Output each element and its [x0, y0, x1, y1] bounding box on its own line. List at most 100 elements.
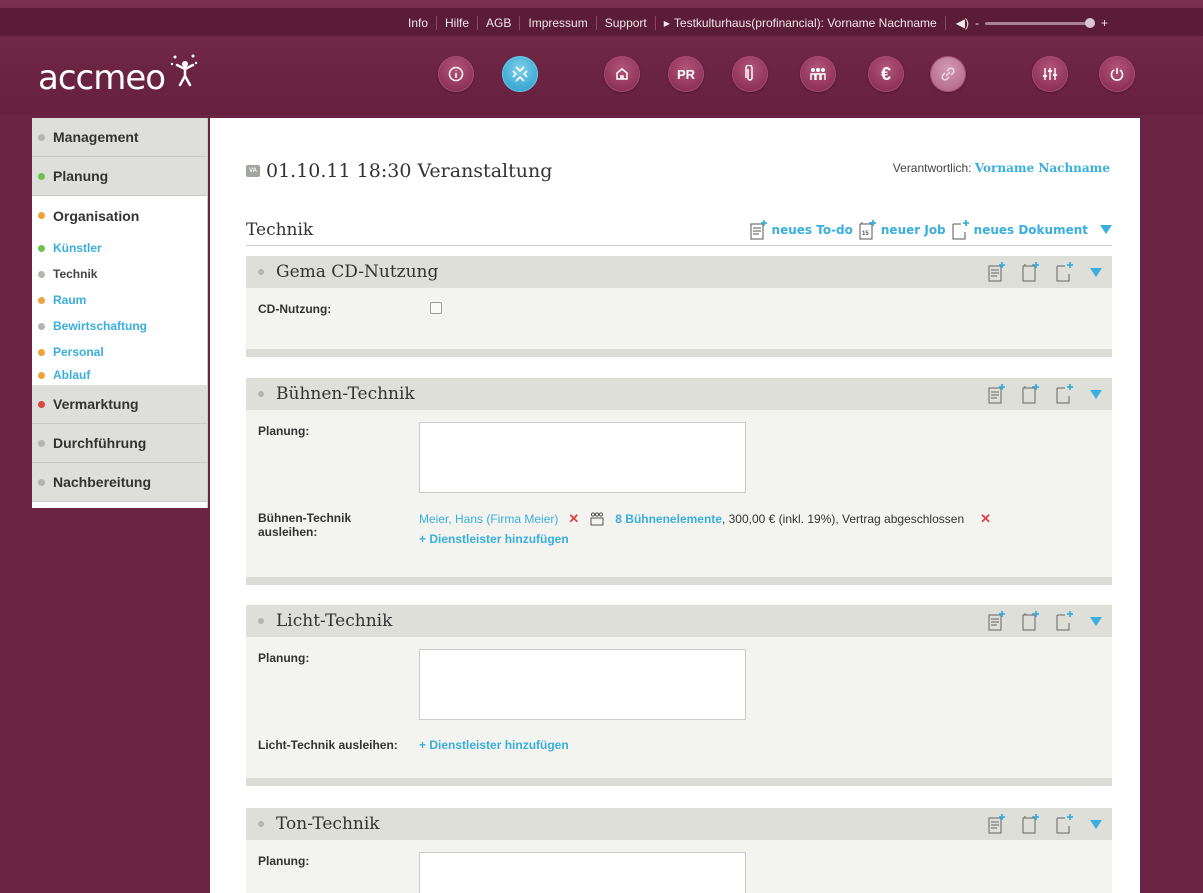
volume-minus[interactable]: -	[975, 16, 979, 30]
sidebar-subitem-kuenstler[interactable]: Künstler	[32, 235, 207, 261]
section-gema-title-wrap: Gema CD-Nutzung	[258, 262, 438, 282]
buehnen-planung-textarea[interactable]	[419, 422, 746, 493]
document-add-icon[interactable]	[1056, 814, 1074, 834]
sidebar-item-label: Vermarktung	[53, 396, 139, 412]
status-dot-icon	[38, 133, 45, 141]
chevron-down-icon[interactable]	[1100, 225, 1112, 234]
volume-plus[interactable]: +	[1101, 16, 1108, 30]
todo-add-icon[interactable]	[988, 262, 1006, 282]
sidebar-subitem-label: Technik	[53, 267, 98, 281]
power-icon	[1110, 68, 1124, 81]
collapse-nav-button[interactable]	[502, 56, 538, 92]
home-nav-button[interactable]	[604, 56, 640, 92]
sidebar-item-durchfuehrung[interactable]: Durchführung	[32, 424, 207, 463]
calendar-add-icon[interactable]	[1022, 814, 1040, 834]
sidebar-subitem-bewirtschaftung[interactable]: Bewirtschaftung	[32, 313, 207, 339]
remove-booking-icon[interactable]: ✕	[980, 511, 991, 527]
calendar-add-icon[interactable]	[1022, 262, 1040, 282]
sidebar-subitem-ablauf[interactable]: Ablauf	[32, 365, 207, 385]
volume-slider[interactable]	[984, 17, 1095, 28]
menu-info[interactable]: Info	[400, 16, 438, 30]
logo[interactable]: accmeo	[38, 54, 199, 98]
status-dot-icon	[38, 212, 45, 219]
menu-hilfe[interactable]: Hilfe	[437, 16, 479, 30]
licht-planung-textarea[interactable]	[419, 649, 746, 720]
pr-nav-button[interactable]: PR	[668, 56, 704, 92]
sidebar-item-label: Management	[53, 129, 139, 145]
section-buehnen-title: Bühnen-Technik	[276, 384, 415, 404]
logout-nav-button[interactable]	[1099, 56, 1135, 92]
document-add-icon[interactable]	[1056, 262, 1074, 282]
people-icon	[810, 68, 826, 80]
menu-agb[interactable]: AGB	[478, 16, 521, 30]
provider-row: Meier, Hans (Firma Meier) ✕ 8 Bühnenelem…	[419, 511, 991, 527]
responsible-name-link[interactable]: Vorname Nachname	[975, 161, 1110, 175]
home-icon	[616, 68, 628, 80]
todo-add-icon[interactable]	[988, 611, 1006, 631]
chevron-down-icon[interactable]	[1090, 267, 1102, 277]
sidebar-item-nachbereitung[interactable]: Nachbereitung	[32, 463, 207, 502]
add-provider-link[interactable]: + Dienstleister hinzufügen	[419, 532, 569, 546]
document-add-icon[interactable]	[1056, 384, 1074, 404]
link-nav-button[interactable]	[930, 56, 966, 92]
section-buehnen-header[interactable]: Bühnen-Technik	[246, 378, 1112, 410]
sidebar-item-label: Durchführung	[53, 435, 147, 451]
provider-link[interactable]: Meier, Hans (Firma Meier)	[419, 512, 558, 526]
volume-control[interactable]: ◀) - +	[946, 16, 1108, 30]
section-ton-header[interactable]: Ton-Technik	[246, 808, 1112, 840]
info-nav-button[interactable]	[438, 56, 474, 92]
booking-item-detail: , 300,00 € (inkl. 19%), Vertrag abgeschl…	[721, 512, 965, 526]
status-dot-icon	[38, 478, 45, 486]
calendar-add-icon[interactable]	[1022, 384, 1040, 404]
volume-knob[interactable]	[1084, 17, 1095, 28]
status-dot-icon	[38, 296, 45, 304]
document-add-icon[interactable]	[1056, 611, 1074, 631]
finance-nav-button[interactable]: €	[868, 56, 904, 92]
new-document-button[interactable]: neues Dokument	[952, 219, 1088, 240]
sidebar-subitem-label: Ablauf	[53, 368, 91, 382]
status-dot-icon	[258, 269, 264, 275]
new-todo-button[interactable]: neues To-do	[750, 219, 853, 240]
sliders-icon	[1043, 68, 1057, 80]
section-gema-title: Gema CD-Nutzung	[276, 262, 439, 282]
paperclip-nav-button[interactable]	[732, 56, 768, 92]
chevron-down-icon[interactable]	[1090, 616, 1102, 626]
sidebar-item-label: Organisation	[53, 207, 140, 224]
sidebar-item-planung[interactable]: Planung	[32, 157, 207, 196]
remove-provider-icon[interactable]: ✕	[568, 511, 579, 527]
section-gema-header[interactable]: Gema CD-Nutzung	[246, 256, 1112, 288]
menu-impressum[interactable]: Impressum	[520, 16, 597, 30]
todo-add-icon[interactable]	[988, 384, 1006, 404]
new-document-label: neues Dokument	[973, 222, 1088, 237]
sidebar-item-organisation[interactable]: Organisation	[32, 196, 207, 235]
cd-nutzung-checkbox[interactable]	[430, 302, 442, 314]
ton-planung-textarea[interactable]	[419, 852, 746, 893]
section-licht-header[interactable]: Licht-Technik	[246, 605, 1112, 637]
sidebar-subitem-raum[interactable]: Raum	[32, 287, 207, 313]
status-dot-icon	[38, 400, 45, 408]
section-buehnen-title-wrap: Bühnen-Technik	[258, 384, 415, 404]
booking-item-link[interactable]: 8 Bühnenelemente	[615, 512, 722, 526]
sidebar-item-vermarktung[interactable]: Vermarktung	[32, 385, 207, 424]
label-line: Bühnen-Technik	[258, 511, 352, 525]
settings-nav-button[interactable]	[1032, 56, 1068, 92]
add-provider-link[interactable]: + Dienstleister hinzufügen	[419, 738, 569, 752]
sidebar-subitem-personal[interactable]: Personal	[32, 339, 207, 365]
chevron-down-icon[interactable]	[1090, 819, 1102, 829]
sidebar-item-management[interactable]: Management	[32, 118, 207, 157]
sidebar-subitem-technik[interactable]: Technik	[32, 261, 207, 287]
todo-add-icon[interactable]	[988, 814, 1006, 834]
sidebar-item-label: Planung	[53, 168, 109, 184]
page-actions: neues To-do 15 neuer Job neues Dokument	[750, 219, 1112, 240]
document-add-icon	[952, 219, 969, 239]
calendar-add-icon[interactable]	[1022, 611, 1040, 631]
chevron-down-icon[interactable]	[1090, 389, 1102, 399]
status-dot-icon	[38, 244, 45, 252]
new-job-button[interactable]: 15 neuer Job	[859, 219, 946, 240]
people-nav-button[interactable]	[800, 56, 836, 92]
user-menu[interactable]: ▶ Testkulturhaus(profinancial): Vorname …	[656, 16, 946, 30]
link-icon	[941, 67, 955, 81]
event-title-text: 01.10.11 18:30 Veranstaltung	[266, 160, 553, 182]
sidebar-subitem-label: Raum	[53, 293, 87, 307]
menu-support[interactable]: Support	[597, 16, 656, 30]
